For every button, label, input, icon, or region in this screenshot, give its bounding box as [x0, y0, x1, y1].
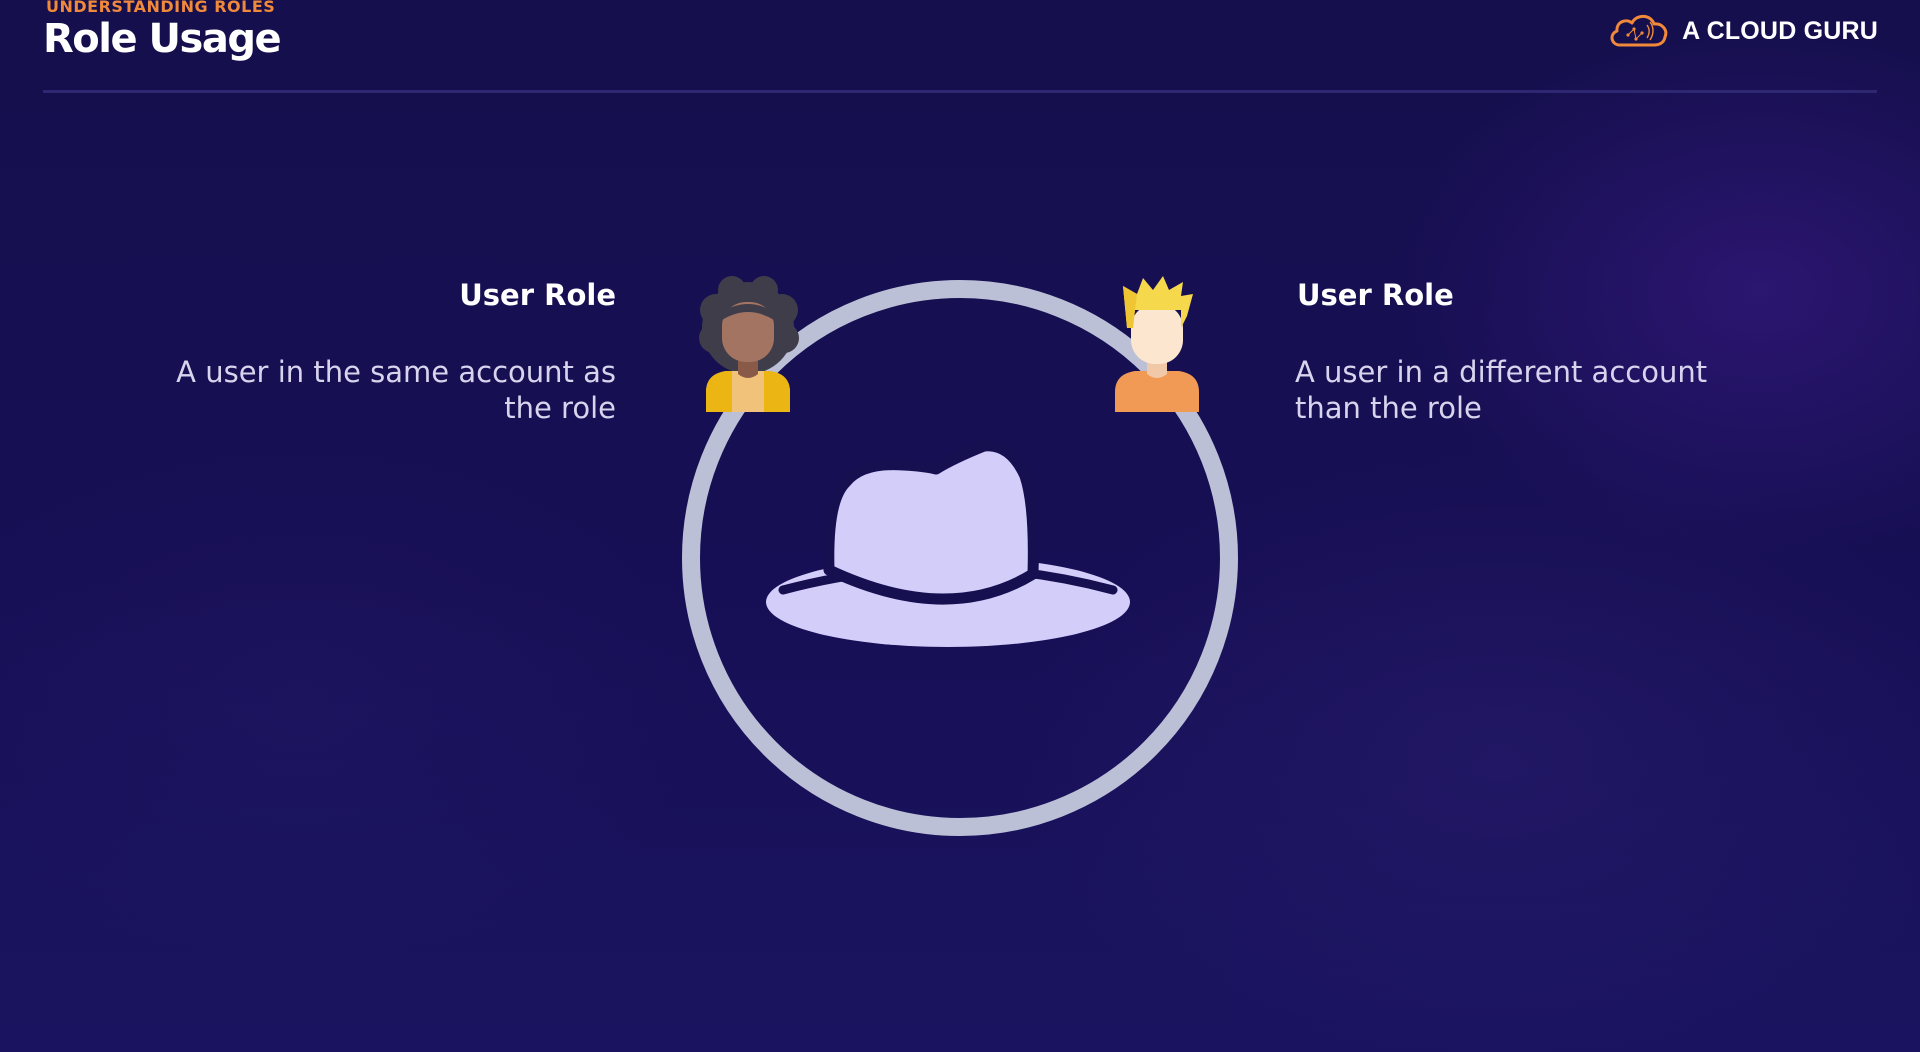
section-label: UNDERSTANDING ROLES	[46, 0, 276, 16]
brand: A CLOUD GURU	[1606, 11, 1878, 51]
page-title: Role Usage	[43, 16, 282, 62]
cloud-icon	[1610, 14, 1668, 47]
man-avatar-icon	[1115, 276, 1199, 412]
brand-name: A CLOUD GURU	[1682, 16, 1878, 45]
right-user-description: A user in a different account than the r…	[1295, 355, 1708, 425]
left-user-description: A user in the same account as the role	[176, 355, 616, 425]
woman-avatar-icon	[699, 276, 799, 412]
hat-icon	[766, 440, 1130, 647]
left-user-heading: User Role	[459, 278, 616, 312]
header-divider	[43, 90, 1877, 93]
right-user-heading: User Role	[1297, 278, 1454, 312]
slide: UNDERSTANDING ROLES Role Usage A CLOUD G…	[0, 0, 1920, 1052]
